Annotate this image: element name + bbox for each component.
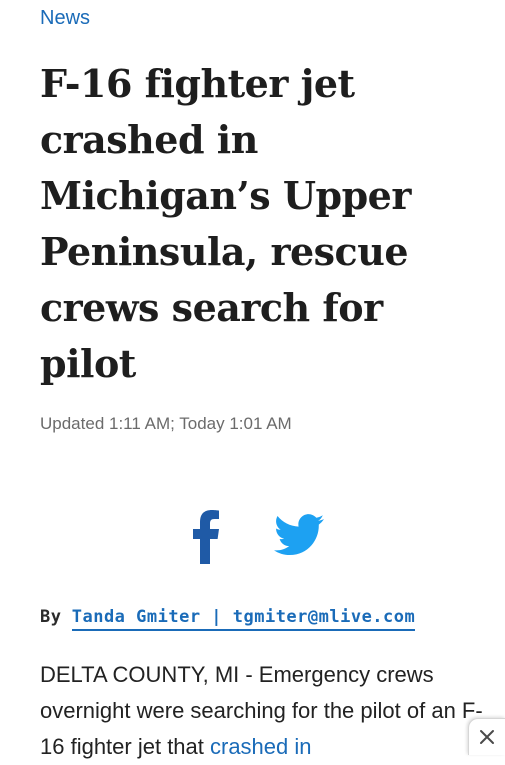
byline-prefix: By bbox=[40, 607, 62, 627]
article-inline-link[interactable]: crashed in bbox=[210, 734, 312, 759]
facebook-icon bbox=[193, 510, 219, 564]
section-link-news[interactable]: News bbox=[40, 6, 90, 30]
twitter-share-button[interactable] bbox=[274, 514, 324, 562]
ad-close-button[interactable] bbox=[468, 718, 505, 755]
close-icon bbox=[480, 730, 494, 744]
headline: F-16 fighter jet crashed in Michigan’s U… bbox=[40, 61, 411, 386]
timestamp: Updated 1:11 AM; Today 1:01 AM bbox=[40, 414, 292, 433]
share-bar bbox=[40, 508, 485, 568]
article-body: DELTA COUNTY, MI - Emergency crews overn… bbox=[40, 657, 490, 765]
twitter-icon bbox=[274, 514, 324, 555]
byline: By Tanda Gmiter | tgmiter@mlive.com bbox=[40, 604, 416, 631]
author-link[interactable]: Tanda Gmiter | tgmiter@mlive.com bbox=[71, 607, 416, 631]
facebook-share-button[interactable] bbox=[190, 508, 226, 564]
